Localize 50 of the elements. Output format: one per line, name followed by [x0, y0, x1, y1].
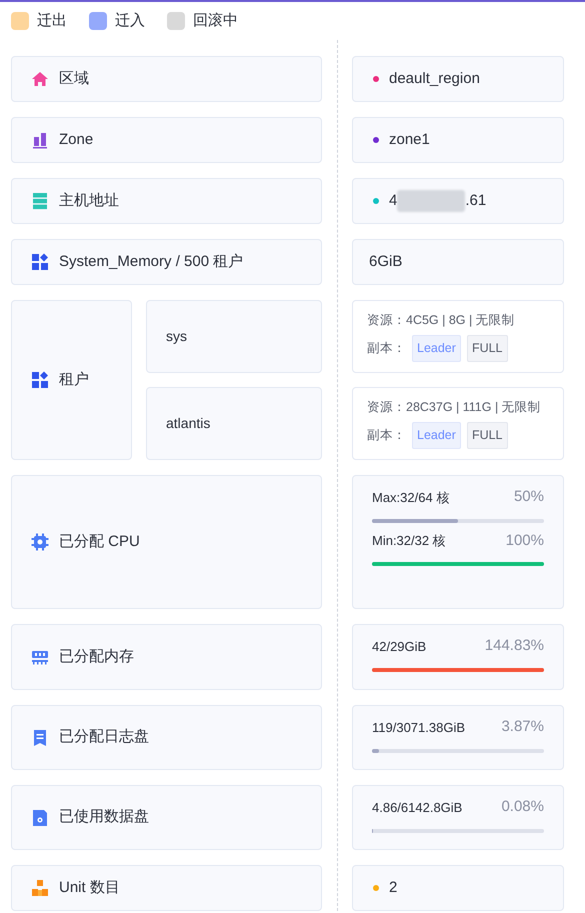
legend-label: 回滚中 — [193, 10, 238, 31]
row-label: 已分配日志盘 — [59, 727, 149, 748]
blur-mask — [397, 190, 466, 212]
resource-text: 资源：4C5G | 8G | 无限制 — [367, 312, 516, 330]
usage-text: Max:32/64 核 — [372, 488, 450, 506]
grid-icon — [31, 371, 49, 389]
usage-percent: 100% — [506, 530, 544, 550]
resource-text: 资源：28C37G | 111G | 无限制 — [367, 399, 542, 416]
row-label: 区域 — [59, 68, 89, 89]
usage-percent: 0.08% — [501, 797, 544, 817]
document-icon — [31, 728, 49, 746]
value-text: zone1 — [389, 130, 430, 150]
blocks-icon — [31, 879, 49, 897]
usage-percent: 50% — [514, 487, 544, 507]
value-text: deault_region — [389, 68, 480, 89]
memory-icon — [31, 648, 49, 666]
row-label: Unit 数目 — [59, 878, 120, 898]
tenant-name: atlantis — [146, 387, 322, 460]
usage-text: Min:32/32 核 — [372, 532, 446, 550]
value-text: 2 — [389, 878, 398, 898]
value-text: .61 — [465, 190, 486, 211]
row-label: 已使用数据盘 — [59, 807, 149, 828]
value-text: 6GiB — [369, 252, 402, 272]
replica-tag: FULL — [466, 422, 508, 449]
usage-text: 42/29GiB — [372, 638, 426, 656]
replica-tag: Leader — [412, 422, 461, 449]
row-label: 主机地址 — [59, 190, 119, 211]
replica-label: 副本： — [367, 427, 406, 444]
legend-label: 迁出 — [37, 10, 67, 31]
grid-icon — [31, 253, 49, 271]
legend-label: 迁入 — [115, 10, 145, 31]
row-label: 已分配 CPU — [59, 532, 140, 552]
usage-percent: 144.83% — [484, 636, 544, 656]
usage-text: 4.86/6142.8GiB — [372, 798, 462, 816]
replica-tag: FULL — [466, 335, 508, 362]
row-label: Zone — [59, 130, 94, 150]
usage-text: 119/3071.38GiB — [372, 718, 465, 736]
replica-tag: Leader — [412, 335, 461, 362]
tenant-name: sys — [146, 300, 322, 373]
usage-percent: 3.87% — [501, 717, 544, 737]
row-label: System_Memory / 500 租户 — [59, 252, 244, 272]
chip-icon — [31, 533, 49, 551]
server-icon — [31, 192, 49, 210]
row-label: 租户 — [59, 370, 89, 390]
bar-chart-icon — [31, 131, 49, 149]
value-text: 4 — [389, 190, 398, 211]
replica-label: 副本： — [367, 340, 406, 357]
save-icon — [31, 808, 49, 826]
home-icon — [31, 70, 49, 88]
row-label: 已分配内存 — [59, 646, 134, 667]
